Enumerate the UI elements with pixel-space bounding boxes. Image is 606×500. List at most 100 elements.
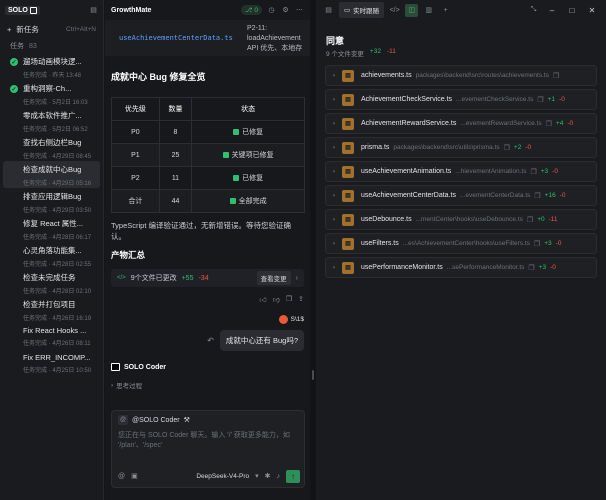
chevron-right-icon[interactable]: › bbox=[296, 275, 298, 282]
changed-files-list: › ▤ achievements.ts packages\backend\src\ro… bbox=[325, 65, 597, 281]
file-row[interactable]: › ▤ useFilters.ts ...es\AchievementCenter\h… bbox=[325, 233, 597, 254]
chevron-right-icon[interactable]: › bbox=[330, 169, 338, 175]
file-icon: ▤ bbox=[342, 237, 354, 250]
copy-icon[interactable]: ❐ bbox=[534, 192, 540, 200]
status-cell: 全部完成 bbox=[191, 189, 305, 213]
copy-icon[interactable]: ❐ bbox=[530, 168, 536, 176]
file-row[interactable]: › ▤ usePerformanceMonitor.ts ...sePerforman… bbox=[325, 257, 597, 278]
context-meta-line: API 优先、本地存 bbox=[247, 45, 303, 52]
file-path: ...evementRewardService.ts bbox=[460, 120, 542, 127]
task-item[interactable]: ✓ 重构洞察-Ch... 任务完成 · 5月2日 16:03 bbox=[3, 80, 100, 107]
file-path: ...evementCenterData.ts bbox=[459, 192, 531, 199]
message-input[interactable]: 您正在与 SOLO Coder 聊天。输入 '/' 获取更多能力，如 '/pla… bbox=[112, 429, 304, 453]
task-item[interactable]: 查找右侧边栏Bug 任务完成 · 4月29日 08:45 bbox=[3, 134, 100, 161]
task-item[interactable]: Fix React Hooks ... 任务完成 · 4月26日 08:11 bbox=[3, 323, 100, 350]
task-meta: 任务完成 · 4月29日 05:16 bbox=[23, 181, 92, 187]
count-cell: 25 bbox=[158, 143, 193, 167]
task-item[interactable]: 心灵角落功能集... 任务完成 · 4月28日 02:55 bbox=[3, 242, 100, 269]
file-additions: +0 bbox=[537, 216, 545, 223]
resize-grip[interactable] bbox=[312, 370, 314, 380]
copy-icon[interactable]: ❐ bbox=[546, 120, 552, 128]
settings-icon[interactable]: ⚙ bbox=[281, 6, 290, 15]
file-icon: ▤ bbox=[342, 141, 354, 154]
thumbs-down-icon[interactable]: 👎︎ bbox=[273, 295, 280, 304]
model-selector[interactable]: DeepSeek-V4-Pro bbox=[196, 473, 249, 480]
copy-icon[interactable]: ❐ bbox=[553, 72, 559, 80]
copy-icon[interactable]: ❐ bbox=[534, 240, 540, 248]
chevron-right-icon[interactable]: › bbox=[330, 193, 338, 199]
tools-icon[interactable]: ⚒ bbox=[184, 416, 190, 424]
task-item-active[interactable]: 检查成就中心Bug 任务完成 · 4月29日 05:16 bbox=[3, 161, 100, 188]
file-path: ...mentCenter\hooks\useDebounce.ts bbox=[415, 216, 523, 223]
copy-icon[interactable]: ❐ bbox=[528, 264, 534, 272]
chevron-right-icon[interactable]: › bbox=[330, 73, 338, 79]
app-window: SOLO ▤ + 新任务 Ctrl+Alt+N 任务 83 ✓ 遛场动画模块逻..… bbox=[0, 0, 606, 500]
task-item[interactable]: 检查并打包项目 任务完成 · 4月26日 16:19 bbox=[3, 296, 100, 323]
task-item[interactable]: ✓ 遛场动画模块逻... 任务完成 · 昨天 13:48 bbox=[3, 53, 100, 80]
history-icon[interactable]: ◷ bbox=[267, 6, 276, 15]
message-actions: 👍︎ 👎︎ ❐ ⇪ bbox=[111, 295, 304, 304]
view-changes-button[interactable]: 查看变更 bbox=[256, 271, 291, 285]
file-row[interactable]: › ▤ useAchievementCenterData.ts ...evementC… bbox=[325, 185, 597, 206]
panel-resizer[interactable] bbox=[311, 0, 315, 500]
new-task-button[interactable]: + 新任务 Ctrl+Alt+N bbox=[0, 20, 103, 39]
table-row: P0 8 已修复 bbox=[111, 120, 305, 144]
microphone-icon[interactable]: ♪ bbox=[277, 473, 281, 480]
file-additions: +2 bbox=[513, 144, 522, 151]
column-header: 优先级 bbox=[111, 97, 160, 121]
code-view-icon[interactable]: </> bbox=[388, 4, 401, 17]
task-sidebar: SOLO ▤ + 新任务 Ctrl+Alt+N 任务 83 ✓ 遛场动画模块逻..… bbox=[0, 0, 104, 500]
file-row[interactable]: › ▤ AchievementCheckService.ts ...evementCh… bbox=[325, 89, 597, 110]
layout-icon[interactable]: ▥ bbox=[422, 4, 435, 17]
file-row[interactable]: › ▤ useDebounce.ts ...mentCenter\hooks\useD… bbox=[325, 209, 597, 230]
chevron-right-icon[interactable]: › bbox=[330, 241, 338, 247]
solo-logo[interactable]: SOLO bbox=[5, 5, 40, 15]
thinking-toggle[interactable]: › 思考过程 bbox=[111, 380, 304, 391]
undo-icon[interactable]: ↶ bbox=[207, 336, 214, 345]
chevron-right-icon[interactable]: › bbox=[330, 265, 338, 271]
minimize-icon[interactable]: – bbox=[544, 6, 560, 15]
add-tab-icon[interactable]: + bbox=[439, 4, 452, 17]
settings-icon[interactable]: ✱ bbox=[265, 472, 271, 480]
share-icon[interactable]: ⇪ bbox=[298, 295, 304, 304]
close-icon[interactable]: ✕ bbox=[584, 6, 600, 15]
copy-icon[interactable]: ❐ bbox=[527, 216, 533, 224]
thinking-label: 思考过程 bbox=[116, 383, 143, 390]
collapse-icon[interactable]: ⤡ bbox=[527, 4, 540, 17]
context-file-name[interactable]: useAchievementCenterData.ts bbox=[119, 34, 233, 42]
task-item[interactable]: 排查应用逻辑Bug 任务完成 · 4月29日 03:50 bbox=[3, 188, 100, 215]
file-icon: ▤ bbox=[342, 69, 354, 82]
live-follow-tab[interactable]: ▭ 实时跟随 bbox=[339, 2, 385, 18]
composer-toolbar: @ ▣ DeepSeek-V4-Pro ▾ ✱ ♪ ↑ bbox=[112, 469, 306, 483]
chevron-right-icon[interactable]: › bbox=[330, 97, 338, 103]
image-icon[interactable]: ▣ bbox=[131, 472, 138, 480]
copy-icon[interactable]: ❐ bbox=[286, 295, 292, 304]
chevron-right-icon[interactable]: › bbox=[330, 121, 338, 127]
chevron-right-icon[interactable]: › bbox=[330, 217, 338, 223]
mention-icon[interactable]: @ bbox=[118, 473, 125, 480]
maximize-icon[interactable]: □ bbox=[564, 6, 580, 15]
diff-view-icon[interactable]: ◫ bbox=[405, 3, 419, 17]
chevron-down-icon[interactable]: ▾ bbox=[255, 472, 259, 480]
send-button[interactable]: ↑ bbox=[286, 469, 300, 483]
copy-icon[interactable]: ❐ bbox=[537, 96, 543, 104]
more-icon[interactable]: ⋯ bbox=[295, 6, 304, 15]
at-icon[interactable]: @ bbox=[118, 415, 128, 425]
file-row[interactable]: › ▤ prisma.ts packages\backend\src\utils\pr… bbox=[325, 137, 597, 158]
file-row[interactable]: › ▤ achievements.ts packages\backend\src\ro… bbox=[325, 65, 597, 86]
task-item[interactable]: 修复 React 属性... 任务完成 · 4月28日 06:17 bbox=[3, 215, 100, 242]
agent-tag[interactable]: @SOLO Coder bbox=[132, 417, 180, 424]
file-row[interactable]: › ▤ useAchievementAnimation.ts ...hievement… bbox=[325, 161, 597, 182]
thumbs-up-icon[interactable]: 👍︎ bbox=[259, 295, 266, 304]
task-item[interactable]: 检查未完成任务 任务完成 · 4月28日 02:10 bbox=[3, 269, 100, 296]
task-item[interactable]: 零成本软件推广... 任务完成 · 5月2日 06:52 bbox=[3, 107, 100, 134]
status-pill[interactable]: ⎇ 0 bbox=[240, 5, 262, 15]
panel-toggle-icon[interactable]: ▤ bbox=[322, 4, 335, 17]
file-row[interactable]: › ▤ AchievementRewardService.ts ...evementR… bbox=[325, 113, 597, 134]
copy-icon[interactable]: ❐ bbox=[504, 144, 510, 152]
collapse-sidebar-icon[interactable]: ▤ bbox=[89, 6, 98, 15]
avatar bbox=[278, 315, 288, 324]
task-item[interactable]: Fix ERR_INCOMP... 任务完成 · 4月25日 10:50 bbox=[3, 350, 100, 377]
chevron-right-icon[interactable]: › bbox=[330, 145, 338, 151]
changes-summary-card[interactable]: </> 9个文件已更改 +55 -34 查看变更 › bbox=[111, 269, 304, 287]
